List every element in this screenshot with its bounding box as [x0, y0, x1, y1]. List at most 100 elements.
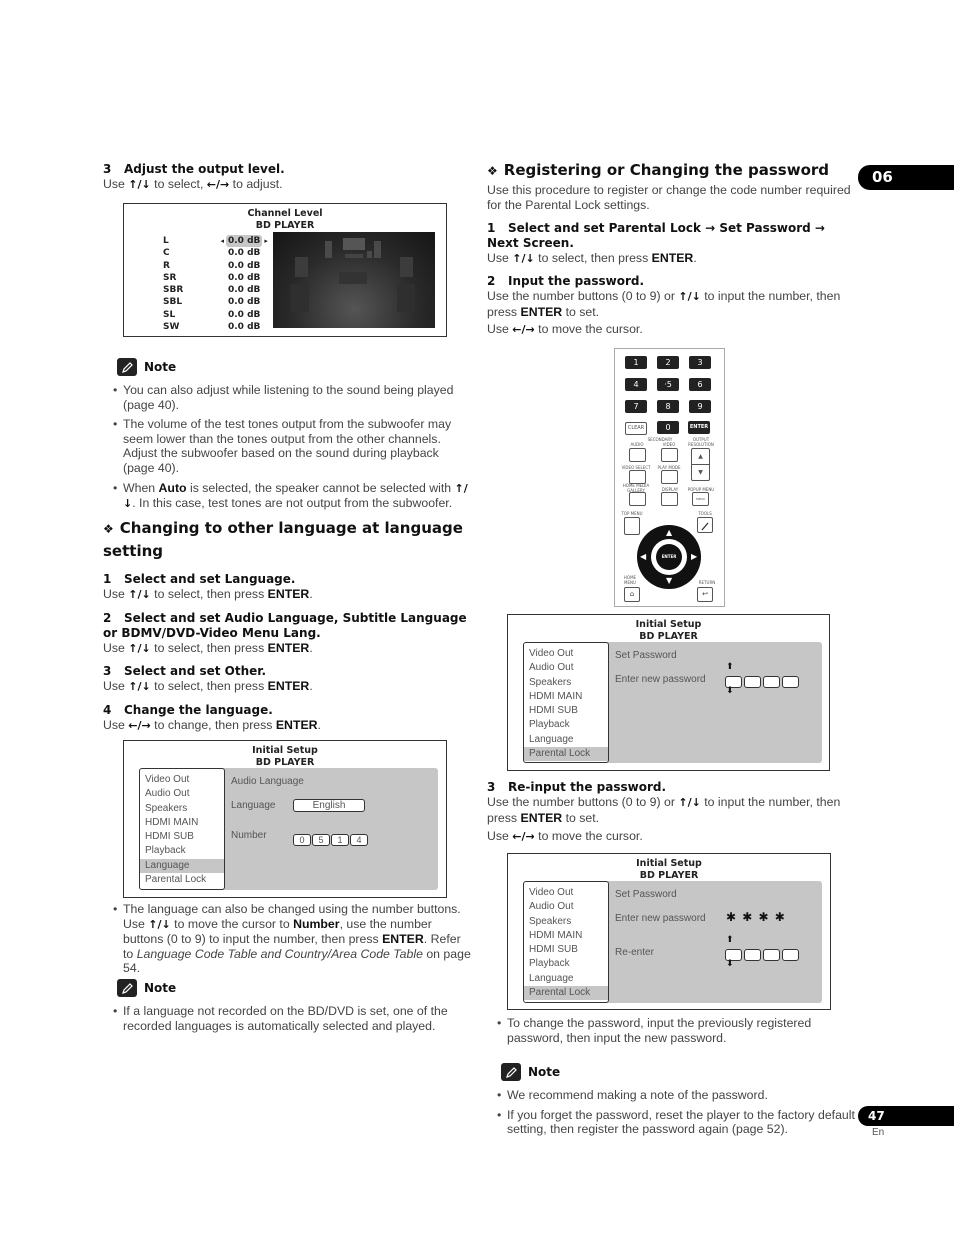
settings-panel: Audio Language Language English Number 0…	[204, 768, 438, 890]
channel-value: 0.0 dB	[228, 309, 261, 320]
password-input[interactable]	[725, 673, 801, 692]
language-select[interactable]: English	[293, 799, 365, 812]
language-number-note: The language can also be changed using t…	[103, 902, 473, 981]
channel-row[interactable]: L ◂ 0.0 dB ▸	[163, 235, 273, 248]
video-select-button[interactable]	[629, 470, 646, 484]
video-label: VIDEO	[662, 442, 676, 447]
left-right-arrows-icon: ←/→	[512, 323, 535, 336]
menu-item[interactable]: Playback	[140, 844, 224, 858]
menu-item[interactable]: Language	[524, 733, 608, 747]
channel-row[interactable]: SW 0.0 dB	[163, 321, 273, 333]
reenter-password-input[interactable]	[725, 946, 801, 965]
number-button[interactable]: 7	[625, 400, 647, 413]
menu-item[interactable]: HDMI SUB	[140, 830, 224, 844]
menu-item[interactable]: Speakers	[524, 915, 608, 929]
password-digit-box[interactable]	[782, 676, 799, 688]
menu-item[interactable]: Parental Lock	[524, 747, 608, 762]
channel-row[interactable]: R 0.0 dB	[163, 260, 273, 272]
display-button[interactable]	[661, 492, 678, 506]
menu-item[interactable]: Speakers	[140, 802, 224, 816]
menu-item[interactable]: HDMI SUB	[524, 943, 608, 957]
speaker-layout-illustration	[291, 238, 415, 312]
play-mode-button[interactable]	[661, 470, 678, 484]
number-button[interactable]: 2	[657, 356, 679, 369]
return-button[interactable]: ↩	[697, 587, 713, 602]
top-menu-button[interactable]	[624, 517, 640, 535]
home-media-gallery-button[interactable]	[629, 492, 646, 506]
dpad-left-arrow-icon[interactable]: ◀	[640, 552, 646, 561]
dpad-enter-button[interactable]: ENTER	[656, 544, 682, 570]
number-button[interactable]: 6	[689, 378, 711, 391]
menu-item[interactable]: Playback	[524, 718, 608, 732]
menu-item[interactable]: HDMI MAIN	[140, 816, 224, 830]
menu-item[interactable]: Video Out	[524, 647, 608, 661]
password-digit-box[interactable]	[782, 949, 799, 961]
menu-item[interactable]: Speakers	[524, 676, 608, 690]
return-label: RETURN	[698, 580, 716, 585]
enter-button[interactable]: ENTER	[688, 421, 710, 434]
channel-name: C	[163, 248, 170, 259]
password-digit-box[interactable]	[763, 949, 780, 961]
reference-link: Language Code Table and Country/Area Cod…	[136, 946, 423, 961]
clear-button[interactable]: CLEAR	[625, 422, 647, 435]
home-menu-button[interactable]: ⌂	[624, 587, 640, 602]
tools-button[interactable]	[697, 517, 713, 533]
channel-row[interactable]: SL 0.0 dB	[163, 309, 273, 321]
decrease-arrow-icon[interactable]: ◂	[213, 235, 226, 247]
menu-item[interactable]: Audio Out	[524, 900, 608, 914]
secondary-video-button[interactable]	[661, 448, 678, 462]
menu-item[interactable]: Playback	[524, 957, 608, 971]
password-digit-box[interactable]	[744, 676, 761, 688]
menu-item[interactable]: Language	[140, 858, 224, 874]
dpad-up-arrow-icon[interactable]: ▲	[666, 528, 672, 537]
number-input[interactable]: 0514	[293, 828, 369, 847]
number-button[interactable]: 9	[689, 400, 711, 413]
menu-item[interactable]: HDMI MAIN	[524, 929, 608, 943]
left-right-arrows-icon: ←/→	[512, 830, 535, 843]
output-resolution-rocker[interactable]: ▲ ▼	[691, 448, 710, 481]
dpad-down-arrow-icon[interactable]: ▼	[666, 576, 672, 585]
password-digit-box[interactable]	[744, 949, 761, 961]
menu-item[interactable]: Audio Out	[140, 787, 224, 801]
digit-box[interactable]: 5	[312, 834, 330, 846]
number-button[interactable]: 8	[657, 400, 679, 413]
channel-row[interactable]: C 0.0 dB	[163, 247, 273, 259]
menu-item[interactable]: Audio Out	[524, 661, 608, 675]
menu-item[interactable]: Video Out	[524, 886, 608, 900]
number-button[interactable]: 4	[625, 378, 647, 391]
popup-menu-button[interactable]: MENU	[692, 492, 709, 506]
up-down-arrows-icon: ↑/↓	[678, 290, 701, 303]
channel-level-screen: Channel Level BD PLAYER L ◂ 0.0 dB ▸ C 0.0 dB…	[123, 203, 447, 337]
number-button[interactable]: 1	[625, 356, 647, 369]
menu-item[interactable]: HDMI SUB	[524, 704, 608, 718]
pw-step-3-heading: 3 Re-input the password.	[487, 780, 667, 794]
channel-row[interactable]: SBL 0.0 dB	[163, 296, 273, 308]
menu-item[interactable]: Parental Lock	[524, 986, 608, 1001]
password-intro: Use this procedure to register or change…	[487, 183, 851, 212]
output-resolution-label: OUTPUT RESOLUTION	[688, 437, 714, 447]
arrow-keys-icon: ←/→	[128, 718, 151, 732]
menu-item[interactable]: Video Out	[140, 773, 224, 787]
resolution-up-button[interactable]: ▲	[692, 449, 709, 465]
step-heading: 3 Select and set Other.	[103, 664, 267, 679]
digit-box[interactable]: 0	[293, 834, 311, 846]
channel-value: 0.0 dB	[228, 248, 261, 259]
number-0-button[interactable]: 0	[657, 421, 679, 434]
direction-pad[interactable]: ▲ ▼ ◀ ▶ ENTER	[637, 525, 701, 589]
increase-arrow-icon[interactable]: ▸	[262, 235, 268, 247]
menu-item[interactable]: Parental Lock	[140, 873, 224, 887]
channel-row[interactable]: SBR 0.0 dB	[163, 284, 273, 296]
secondary-audio-button[interactable]	[629, 448, 646, 462]
digit-box[interactable]: 1	[331, 834, 349, 846]
channel-row[interactable]: SR 0.0 dB	[163, 272, 273, 284]
pw-step-2-cursor-note: Use ←/→ to move the cursor.	[487, 322, 643, 336]
menu-item[interactable]: Language	[524, 972, 608, 986]
digit-box[interactable]: 4	[350, 834, 368, 846]
menu-item[interactable]: HDMI MAIN	[524, 690, 608, 704]
number-button[interactable]: 3	[689, 356, 711, 369]
number-button[interactable]: ·5	[657, 378, 679, 391]
dpad-right-arrow-icon[interactable]: ▶	[691, 552, 697, 561]
resolution-down-button[interactable]: ▼	[692, 465, 709, 480]
password-digit-box[interactable]	[763, 676, 780, 688]
audio-label: AUDIO	[630, 442, 644, 447]
